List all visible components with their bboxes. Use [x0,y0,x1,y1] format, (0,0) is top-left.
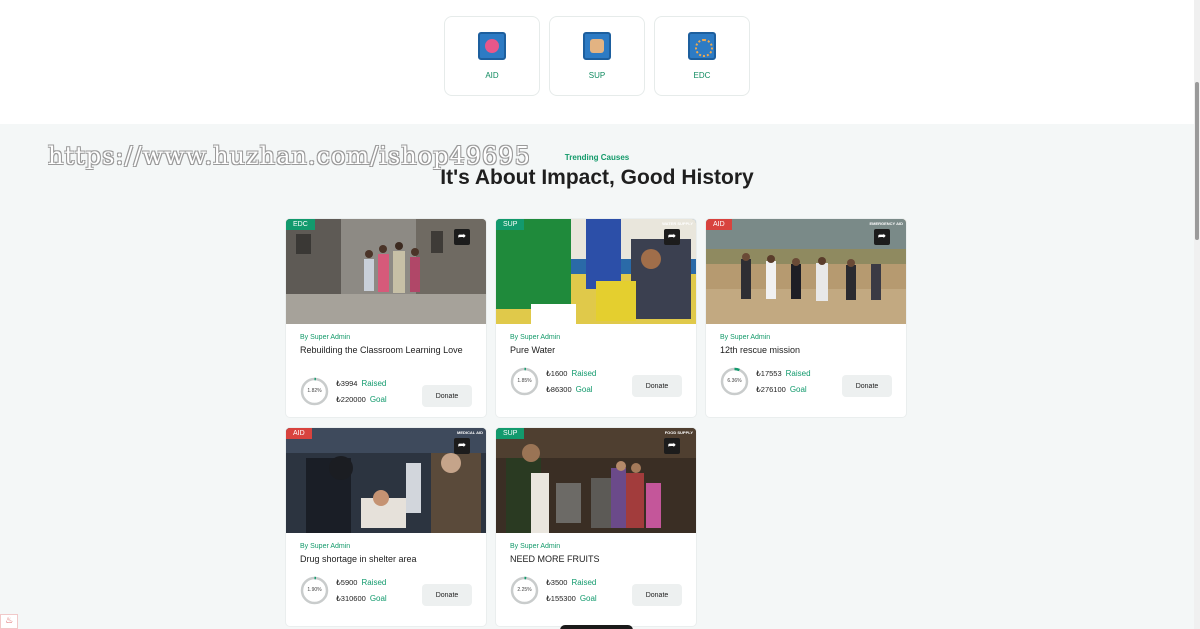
progress-percent: 1.90% [307,587,322,593]
raised-amount: ₺3500 Raised [546,578,597,587]
share-icon[interactable]: ➦ [454,229,470,245]
category-label: AID [485,71,499,80]
cause-author: By Super Admin [510,543,561,550]
goal-amount: ₺310600 Goal [336,594,387,603]
donate-button[interactable]: Donate [632,375,682,397]
category-label: SUP [588,71,606,80]
category-card-aid[interactable]: AID [444,16,540,96]
cause-title[interactable]: Pure Water [510,345,685,355]
category-badge: SUP [496,428,525,439]
category-label: EDC [693,71,711,80]
education-icon [688,32,716,60]
category-card-sup[interactable]: SUP [549,16,645,96]
progress-percent: 2.25% [517,587,532,593]
cause-author: By Super Admin [720,334,771,341]
cause-title[interactable]: Drug shortage in shelter area [300,554,475,564]
category-badge: AID [286,428,312,439]
donate-button[interactable]: Donate [842,375,892,397]
section-title: It's About Impact, Good History [440,166,754,189]
raised-amount: ₺5900 Raised [336,578,387,587]
cause-title[interactable]: Rebuilding the Classroom Learning Love [300,345,475,355]
goal-amount: ₺86300 Goal [546,385,593,394]
category-badge: AID [706,219,732,230]
first-aid-box-icon [478,32,506,60]
cause-title[interactable]: NEED MORE FRUITS [510,554,685,564]
share-icon[interactable]: ➦ [664,438,680,454]
goal-amount: ₺155300 Goal [546,594,597,603]
goal-amount: ₺220000 Goal [336,395,387,404]
image-tag: EMERGENCY AID [869,221,903,226]
section-eyebrow: Trending Causes [564,153,630,162]
share-icon[interactable]: ➦ [874,229,890,245]
progress-percent: 6.36% [727,378,742,384]
image-tag: FOOD SUPPLY [664,430,693,435]
cause-title[interactable]: 12th rescue mission [720,345,895,355]
image-tag: MEDICAL AID [457,430,483,435]
cause-author: By Super Admin [300,334,351,341]
progress-percent: 1.85% [517,378,532,384]
raised-amount: ₺1600 Raised [546,369,597,378]
scrollbar[interactable] [1194,0,1200,629]
share-icon[interactable]: ➦ [454,438,470,454]
share-icon[interactable]: ➦ [664,229,680,245]
cause-card[interactable]: EDC ➦ By Super Admin Rebuilding the Clas… [286,219,486,417]
cause-card[interactable]: SUP FOOD SUPPLY ➦ By Super Admin NEED MO… [496,428,696,626]
scrollbar-thumb[interactable] [1195,82,1199,240]
goal-amount: ₺276100 Goal [756,385,807,394]
cause-card[interactable]: AID EMERGENCY AID ➦ By Super Admin 12th … [706,219,906,417]
raised-amount: ₺17553 Raised [756,369,811,378]
cause-author: By Super Admin [510,334,561,341]
supply-box-icon [583,32,611,60]
category-badge: SUP [496,219,525,230]
raised-amount: ₺3994 Raised [336,379,387,388]
donate-button[interactable]: Donate [632,584,682,606]
category-badge: EDC [286,219,315,230]
donate-button[interactable]: Donate [422,584,472,606]
category-card-edc[interactable]: EDC [654,16,750,96]
brand-logo-icon: ♨ [0,614,18,629]
load-more-button[interactable] [560,625,633,629]
image-tag: WATER SUPPLY [662,221,693,226]
cause-card[interactable]: SUP WATER SUPPLY ➦ By Super Admin Pure W… [496,219,696,417]
progress-percent: 1.82% [307,388,322,394]
cause-card[interactable]: AID MEDICAL AID ➦ By Super Admin Drug sh… [286,428,486,626]
cause-author: By Super Admin [300,543,351,550]
donate-button[interactable]: Donate [422,385,472,407]
